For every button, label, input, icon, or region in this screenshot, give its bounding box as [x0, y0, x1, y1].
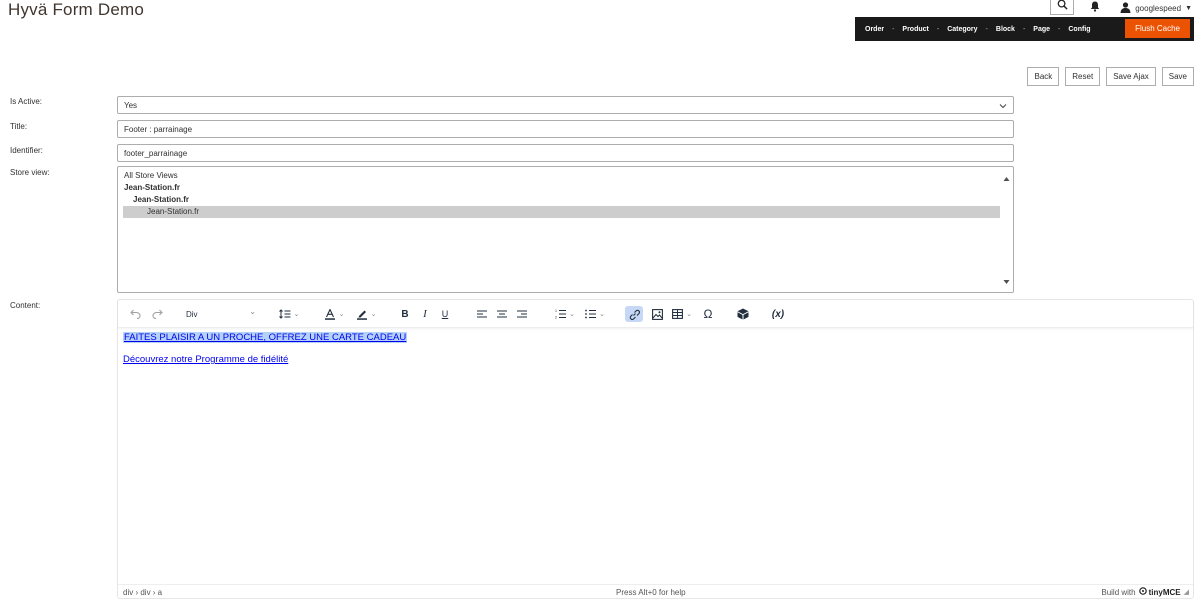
line-height-icon[interactable]: ⌄	[278, 306, 300, 322]
undo-icon[interactable]	[128, 306, 142, 322]
reset-button[interactable]: Reset	[1065, 67, 1101, 86]
italic-icon[interactable]: I	[419, 306, 431, 322]
form-actions: Back Reset Save Ajax Save	[1027, 67, 1194, 86]
admin-bar-product[interactable]: Product	[902, 26, 928, 33]
content-label: Content:	[10, 301, 41, 310]
underline-icon[interactable]: U	[439, 306, 451, 322]
identifier-input[interactable]: footer_parrainage	[117, 144, 1014, 162]
bell-icon	[1090, 0, 1100, 17]
separator: -	[936, 25, 940, 33]
block-format-value: Div	[186, 309, 198, 319]
separator: -	[1058, 25, 1061, 33]
title-label: Title:	[10, 122, 28, 131]
is-active-select[interactable]: Yes	[117, 96, 1014, 114]
image-icon[interactable]	[650, 306, 664, 322]
store-view-multiselect[interactable]: All Store Views Jean-Station.fr Jean-Sta…	[117, 166, 1014, 293]
search-button[interactable]	[1050, 0, 1075, 15]
admin-bar-block[interactable]: Block	[996, 26, 1015, 33]
align-center-icon[interactable]	[496, 306, 508, 322]
is-active-value: Yes	[124, 100, 138, 110]
user-menu[interactable]: googlespeed ▼	[1120, 1, 1192, 15]
save-ajax-button[interactable]: Save Ajax	[1106, 67, 1156, 86]
separator: -	[985, 25, 988, 33]
align-left-icon[interactable]	[476, 306, 488, 322]
block-format-select[interactable]: Div ⌄	[182, 306, 260, 322]
store-option-store[interactable]: Jean-Station.fr	[118, 194, 1013, 206]
scroll-down-icon[interactable]	[1003, 272, 1010, 290]
admin-bar-category[interactable]: Category	[947, 26, 977, 33]
bullet-list-icon[interactable]: ⌄	[584, 306, 606, 322]
element-path[interactable]: div › div › a	[123, 588, 162, 597]
page-title: Hyvä Form Demo	[8, 0, 144, 19]
bold-icon[interactable]: B	[399, 306, 411, 322]
link-icon[interactable]	[625, 306, 643, 322]
scrollbar[interactable]	[1000, 168, 1012, 291]
rich-text-editor: Div ⌄ ⌄ ⌄ ⌄ B I U 1 2 ⌄ ⌄ ⌄ Ω (x) FAITES…	[117, 299, 1194, 599]
editor-toolbar: Div ⌄ ⌄ ⌄ ⌄ B I U 1 2 ⌄ ⌄ ⌄ Ω (x)	[118, 300, 1193, 328]
notifications-button[interactable]	[1088, 1, 1102, 15]
save-button[interactable]: Save	[1161, 67, 1194, 86]
tinymce-brand: tinyMCE	[1148, 587, 1181, 597]
editor-statusbar: div › div › a Press Alt+0 for help Build…	[118, 584, 1193, 598]
numbered-list-icon[interactable]: 1 2 ⌄	[554, 306, 576, 322]
chevron-down-icon: ⌄	[249, 307, 256, 316]
admin-shortcut-bar: Order - Product - Category - Block - Pag…	[855, 17, 1194, 41]
is-active-label: Is Active:	[10, 97, 43, 106]
store-option-all[interactable]: All Store Views	[118, 170, 1013, 182]
svg-text:1: 1	[555, 309, 557, 313]
search-icon	[1057, 0, 1068, 15]
caret-down-icon: ▼	[1185, 4, 1192, 12]
variable-icon[interactable]: (x)	[769, 306, 787, 322]
svg-text:2: 2	[555, 316, 557, 320]
admin-bar-config[interactable]: Config	[1068, 26, 1090, 33]
top-actions: googlespeed ▼	[1050, 0, 1192, 16]
store-option-website[interactable]: Jean-Station.fr	[118, 182, 1013, 194]
title-input[interactable]: Footer : parrainage	[117, 120, 1014, 138]
admin-bar-order[interactable]: Order	[865, 26, 884, 33]
built-with-text: Build with	[1101, 587, 1136, 597]
help-text: Press Alt+0 for help	[616, 588, 686, 597]
flush-cache-button[interactable]: Flush Cache	[1125, 19, 1190, 38]
widget-icon[interactable]	[736, 306, 750, 322]
redo-icon[interactable]	[150, 306, 164, 322]
loyalty-program-link[interactable]: Découvrez notre Programme de fidélité	[123, 354, 288, 365]
tinymce-branding[interactable]: Build with tinyMCE ◢	[1101, 587, 1189, 597]
align-right-icon[interactable]	[516, 306, 528, 322]
scroll-up-icon[interactable]	[1003, 169, 1010, 187]
special-character-icon[interactable]: Ω	[701, 306, 715, 322]
gift-card-link[interactable]: FAITES PLAISIR A UN PROCHE, OFFREZ UNE C…	[124, 332, 406, 343]
highlight-color-icon[interactable]: ⌄	[354, 306, 378, 322]
identifier-label: Identifier:	[10, 146, 43, 155]
store-option-view-selected[interactable]: Jean-Station.fr	[123, 206, 1000, 218]
separator: -	[1022, 25, 1026, 33]
username: googlespeed	[1135, 3, 1182, 13]
table-icon[interactable]: ⌄	[670, 306, 694, 322]
back-button[interactable]: Back	[1027, 67, 1060, 86]
tinymce-logo-icon	[1138, 587, 1147, 597]
chevron-down-icon	[999, 102, 1007, 111]
store-view-label: Store view:	[10, 168, 50, 177]
user-icon	[1120, 1, 1135, 15]
separator: -	[892, 25, 895, 33]
resize-handle-icon[interactable]: ◢	[1184, 588, 1189, 596]
editor-content-area[interactable]: FAITES PLAISIR A UN PROCHE, OFFREZ UNE C…	[123, 332, 408, 365]
text-color-icon[interactable]: ⌄	[322, 306, 346, 322]
admin-bar-page[interactable]: Page	[1033, 26, 1050, 33]
